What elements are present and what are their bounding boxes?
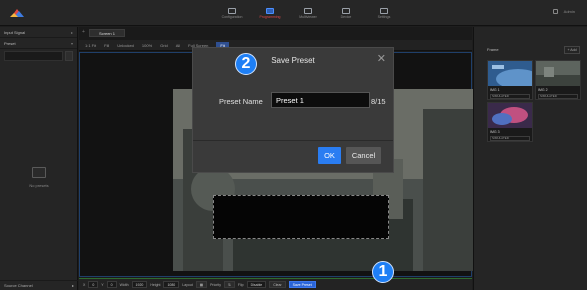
- preset-name-label: Preset Name: [219, 97, 263, 106]
- close-icon[interactable]: ✕: [377, 52, 386, 65]
- thumb-select[interactable]: SIMULATED: [538, 94, 578, 99]
- frame-thumb[interactable]: IMG 1 SIMULATED: [487, 60, 533, 100]
- y-input[interactable]: 0: [106, 281, 117, 288]
- x-label: X: [83, 282, 86, 287]
- thumb-name: IMG 2: [538, 88, 548, 92]
- preset-label: Preset: [4, 40, 16, 46]
- layout-button[interactable]: ▦: [195, 281, 208, 288]
- add-preset-button[interactable]: [65, 51, 73, 61]
- nav-programming[interactable]: Programming: [251, 0, 289, 26]
- add-frame-button[interactable]: + Add: [564, 46, 580, 54]
- clear-button[interactable]: Clear: [269, 281, 286, 288]
- thumb-select[interactable]: SIMULATED: [490, 94, 530, 99]
- char-counter: 8/15: [371, 97, 386, 106]
- device-icon: [342, 7, 350, 14]
- tb-all[interactable]: All: [176, 43, 180, 48]
- thumb-select[interactable]: SIMULATED: [490, 136, 530, 141]
- layout-label: Layout: [182, 282, 193, 287]
- user-icon: [552, 9, 558, 14]
- empty-presets-text: No presets: [29, 183, 49, 188]
- x-input[interactable]: 0: [88, 281, 99, 288]
- right-panel: Frame + Add IMG 1 SIMULATED IMG 2 SIMULA…: [473, 27, 587, 290]
- user-area[interactable]: Admin: [552, 9, 575, 14]
- thumb-image: [488, 103, 532, 128]
- cancel-button[interactable]: Cancel: [346, 147, 381, 164]
- tb-zoom[interactable]: 100%: [142, 43, 152, 48]
- dialog-title: Save Preset: [271, 55, 315, 65]
- left-panel: Input Signal ▸ Preset ▾ No presets Sourc…: [0, 27, 78, 290]
- configuration-icon: [228, 7, 236, 14]
- preset-name-input[interactable]: Preset 1: [271, 92, 370, 108]
- add-screen-icon[interactable]: +: [82, 29, 85, 35]
- save-preset-button[interactable]: Save Preset: [288, 281, 316, 288]
- tb-fill[interactable]: Fill: [104, 43, 109, 48]
- flip-label: Flip: [237, 282, 244, 287]
- flip-select[interactable]: Disable: [246, 281, 267, 288]
- nav-settings[interactable]: Settings: [365, 0, 403, 26]
- multiviewer-icon: [304, 7, 312, 14]
- tb-lock[interactable]: Unlocked: [117, 43, 134, 48]
- frame-title: Frame: [487, 47, 499, 52]
- chevron-right-icon: ▸: [70, 29, 73, 35]
- preset-search-input[interactable]: [4, 51, 63, 61]
- settings-icon: [380, 7, 388, 14]
- height-label: Height: [150, 282, 161, 287]
- app-logo-icon: [10, 9, 24, 17]
- main-nav: Configuration Programming Multiviewer De…: [213, 0, 403, 26]
- dialog-divider: [193, 140, 393, 141]
- y-label: Y: [101, 282, 104, 287]
- preset-header[interactable]: Preset ▾: [0, 38, 77, 49]
- preset-search: [4, 51, 73, 61]
- ok-button[interactable]: OK: [318, 147, 341, 164]
- input-signal-header[interactable]: Input Signal ▸: [0, 27, 77, 38]
- frame-thumb[interactable]: IMG 2 SIMULATED: [535, 60, 581, 100]
- chevron-down-icon: ▾: [70, 40, 73, 46]
- width-input[interactable]: 1920: [131, 281, 148, 288]
- save-preset-dialog: Save Preset ✕ Preset Name Preset 1 8/15 …: [192, 47, 394, 173]
- priority-label: Priority: [210, 282, 221, 287]
- step-badge-2: 2: [235, 53, 257, 75]
- screen-tab[interactable]: Screen 1: [89, 29, 125, 37]
- width-label: Width: [119, 282, 129, 287]
- top-bar: Configuration Programming Multiviewer De…: [0, 0, 587, 26]
- thumb-image: [488, 61, 532, 86]
- layer-window[interactable]: [213, 195, 389, 239]
- height-input[interactable]: 1080: [163, 281, 180, 288]
- chevron-right-icon: ▸: [71, 283, 74, 288]
- nav-device[interactable]: Device: [327, 0, 365, 26]
- empty-folder-icon: [32, 167, 46, 178]
- tb-grid[interactable]: Grid: [160, 43, 168, 48]
- priority-button[interactable]: ⇅: [223, 281, 235, 288]
- thumb-image: [536, 61, 580, 86]
- thumb-name: IMG 1: [490, 88, 500, 92]
- thumb-name: IMG 3: [490, 130, 500, 134]
- source-channel-label: Source Channel: [4, 283, 33, 288]
- layer-properties-bar: X 0 Y 0 Width 1920 Height 1080 Layout ▦ …: [79, 278, 472, 290]
- source-channel-bar[interactable]: Source Channel ▸: [0, 280, 78, 290]
- programming-icon: [266, 7, 274, 14]
- tb-fit[interactable]: 1:1 Fit: [85, 43, 96, 48]
- step-badge-1: 1: [372, 261, 394, 283]
- nav-configuration[interactable]: Configuration: [213, 0, 251, 26]
- nav-multiviewer[interactable]: Multiviewer: [289, 0, 327, 26]
- input-signal-label: Input Signal: [4, 29, 26, 35]
- user-name: Admin: [563, 9, 575, 14]
- frame-thumb[interactable]: IMG 3 SIMULATED: [487, 102, 533, 142]
